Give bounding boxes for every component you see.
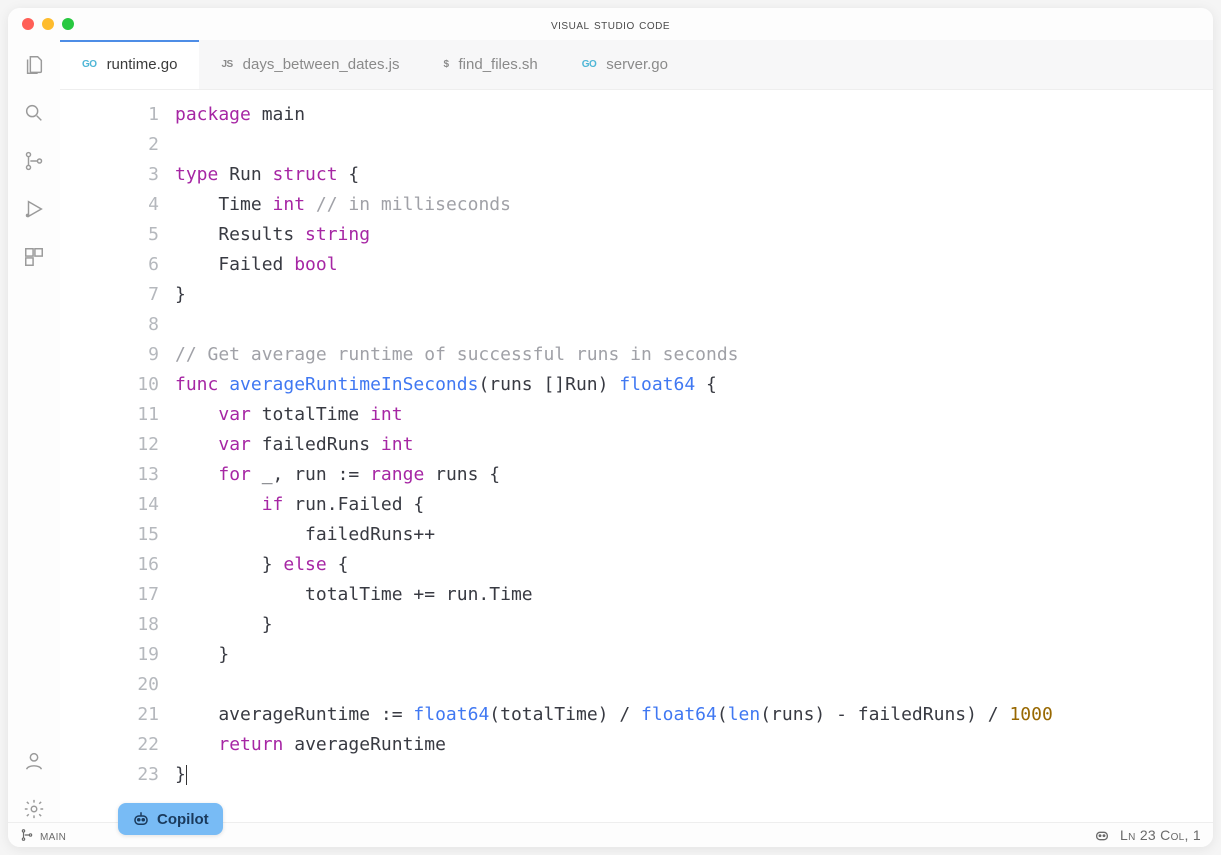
file-type-icon: GO bbox=[82, 59, 97, 70]
branch-icon bbox=[20, 828, 34, 842]
line-number: 8 bbox=[60, 310, 159, 340]
branch-name[interactable]: main bbox=[40, 827, 66, 843]
line-number: 19 bbox=[60, 640, 159, 670]
copilot-status-icon[interactable] bbox=[1094, 827, 1110, 843]
line-number: 22 bbox=[60, 730, 159, 760]
code-line[interactable]: type Run struct { bbox=[175, 160, 1213, 190]
line-number: 10 bbox=[60, 370, 159, 400]
code-content[interactable]: package main type Run struct { Time int /… bbox=[175, 100, 1213, 822]
line-number: 20 bbox=[60, 670, 159, 700]
line-number: 9 bbox=[60, 340, 159, 370]
tab-label: find_files.sh bbox=[459, 56, 538, 73]
line-number: 1 bbox=[60, 100, 159, 130]
debug-icon[interactable] bbox=[21, 196, 47, 222]
line-number: 14 bbox=[60, 490, 159, 520]
line-number: 2 bbox=[60, 130, 159, 160]
account-icon[interactable] bbox=[21, 748, 47, 774]
code-line[interactable]: } bbox=[175, 640, 1213, 670]
minimize-icon[interactable] bbox=[42, 18, 54, 30]
code-line[interactable]: } bbox=[175, 280, 1213, 310]
editor-group: GO runtime.go JS days_between_dates.js $ find… bbox=[60, 40, 1213, 822]
window-title: visual studio code bbox=[551, 16, 670, 32]
line-number: 13 bbox=[60, 460, 159, 490]
line-number: 16 bbox=[60, 550, 159, 580]
tab-server-go[interactable]: GO server.go bbox=[560, 40, 690, 89]
line-number: 5 bbox=[60, 220, 159, 250]
code-line[interactable]: var totalTime int bbox=[175, 400, 1213, 430]
code-line[interactable]: return averageRuntime bbox=[175, 730, 1213, 760]
code-line[interactable]: failedRuns++ bbox=[175, 520, 1213, 550]
code-line[interactable] bbox=[175, 670, 1213, 700]
code-line[interactable]: averageRuntime := float64(totalTime) / f… bbox=[175, 700, 1213, 730]
line-number: 4 bbox=[60, 190, 159, 220]
file-type-icon: JS bbox=[221, 59, 232, 70]
code-line[interactable] bbox=[175, 310, 1213, 340]
close-icon[interactable] bbox=[22, 18, 34, 30]
line-number: 23 bbox=[60, 760, 159, 790]
maximize-icon[interactable] bbox=[62, 18, 74, 30]
window-controls bbox=[8, 18, 74, 30]
titlebar: visual studio code bbox=[8, 8, 1213, 40]
code-line[interactable]: } bbox=[175, 760, 1213, 790]
file-type-icon: GO bbox=[582, 59, 597, 70]
source-control-icon[interactable] bbox=[21, 148, 47, 174]
code-line[interactable] bbox=[175, 130, 1213, 160]
line-number: 12 bbox=[60, 430, 159, 460]
code-line[interactable]: // Get average runtime of successful run… bbox=[175, 340, 1213, 370]
line-number: 11 bbox=[60, 400, 159, 430]
code-editor[interactable]: 1234567891011121314151617181920212223 pa… bbox=[60, 90, 1213, 822]
activity-bar bbox=[8, 40, 60, 822]
code-line[interactable]: Results string bbox=[175, 220, 1213, 250]
vscode-window: visual studio code bbox=[8, 8, 1213, 847]
tab-runtime-go[interactable]: GO runtime.go bbox=[60, 40, 199, 89]
code-line[interactable]: totalTime += run.Time bbox=[175, 580, 1213, 610]
search-icon[interactable] bbox=[21, 100, 47, 126]
code-line[interactable]: var failedRuns int bbox=[175, 430, 1213, 460]
code-line[interactable]: for _, run := range runs { bbox=[175, 460, 1213, 490]
text-cursor bbox=[186, 765, 187, 785]
code-line[interactable]: Time int // in milliseconds bbox=[175, 190, 1213, 220]
line-number: 7 bbox=[60, 280, 159, 310]
tab-label: server.go bbox=[606, 56, 668, 73]
copilot-icon bbox=[132, 810, 150, 828]
explorer-icon[interactable] bbox=[21, 52, 47, 78]
copilot-label: Copilot bbox=[157, 811, 209, 828]
line-number: 15 bbox=[60, 520, 159, 550]
tab-label: days_between_dates.js bbox=[243, 56, 400, 73]
line-number: 18 bbox=[60, 610, 159, 640]
tab-bar: GO runtime.go JS days_between_dates.js $ find… bbox=[60, 40, 1213, 90]
line-number: 21 bbox=[60, 700, 159, 730]
code-line[interactable]: Failed bool bbox=[175, 250, 1213, 280]
code-line[interactable]: } bbox=[175, 610, 1213, 640]
settings-icon[interactable] bbox=[21, 796, 47, 822]
tab-find_files-sh[interactable]: $ find_files.sh bbox=[421, 40, 559, 89]
line-number: 17 bbox=[60, 580, 159, 610]
code-line[interactable]: } else { bbox=[175, 550, 1213, 580]
line-number: 3 bbox=[60, 160, 159, 190]
tab-label: runtime.go bbox=[107, 56, 178, 73]
cursor-position[interactable]: Ln 23 Col, 1 bbox=[1120, 827, 1201, 843]
line-gutter: 1234567891011121314151617181920212223 bbox=[60, 100, 175, 822]
code-line[interactable]: package main bbox=[175, 100, 1213, 130]
extensions-icon[interactable] bbox=[21, 244, 47, 270]
copilot-badge[interactable]: Copilot bbox=[118, 803, 223, 835]
code-line[interactable]: if run.Failed { bbox=[175, 490, 1213, 520]
code-line[interactable]: func averageRuntimeInSeconds(runs []Run)… bbox=[175, 370, 1213, 400]
file-type-icon: $ bbox=[443, 59, 448, 70]
tab-days_between_dates-js[interactable]: JS days_between_dates.js bbox=[199, 40, 421, 89]
line-number: 6 bbox=[60, 250, 159, 280]
